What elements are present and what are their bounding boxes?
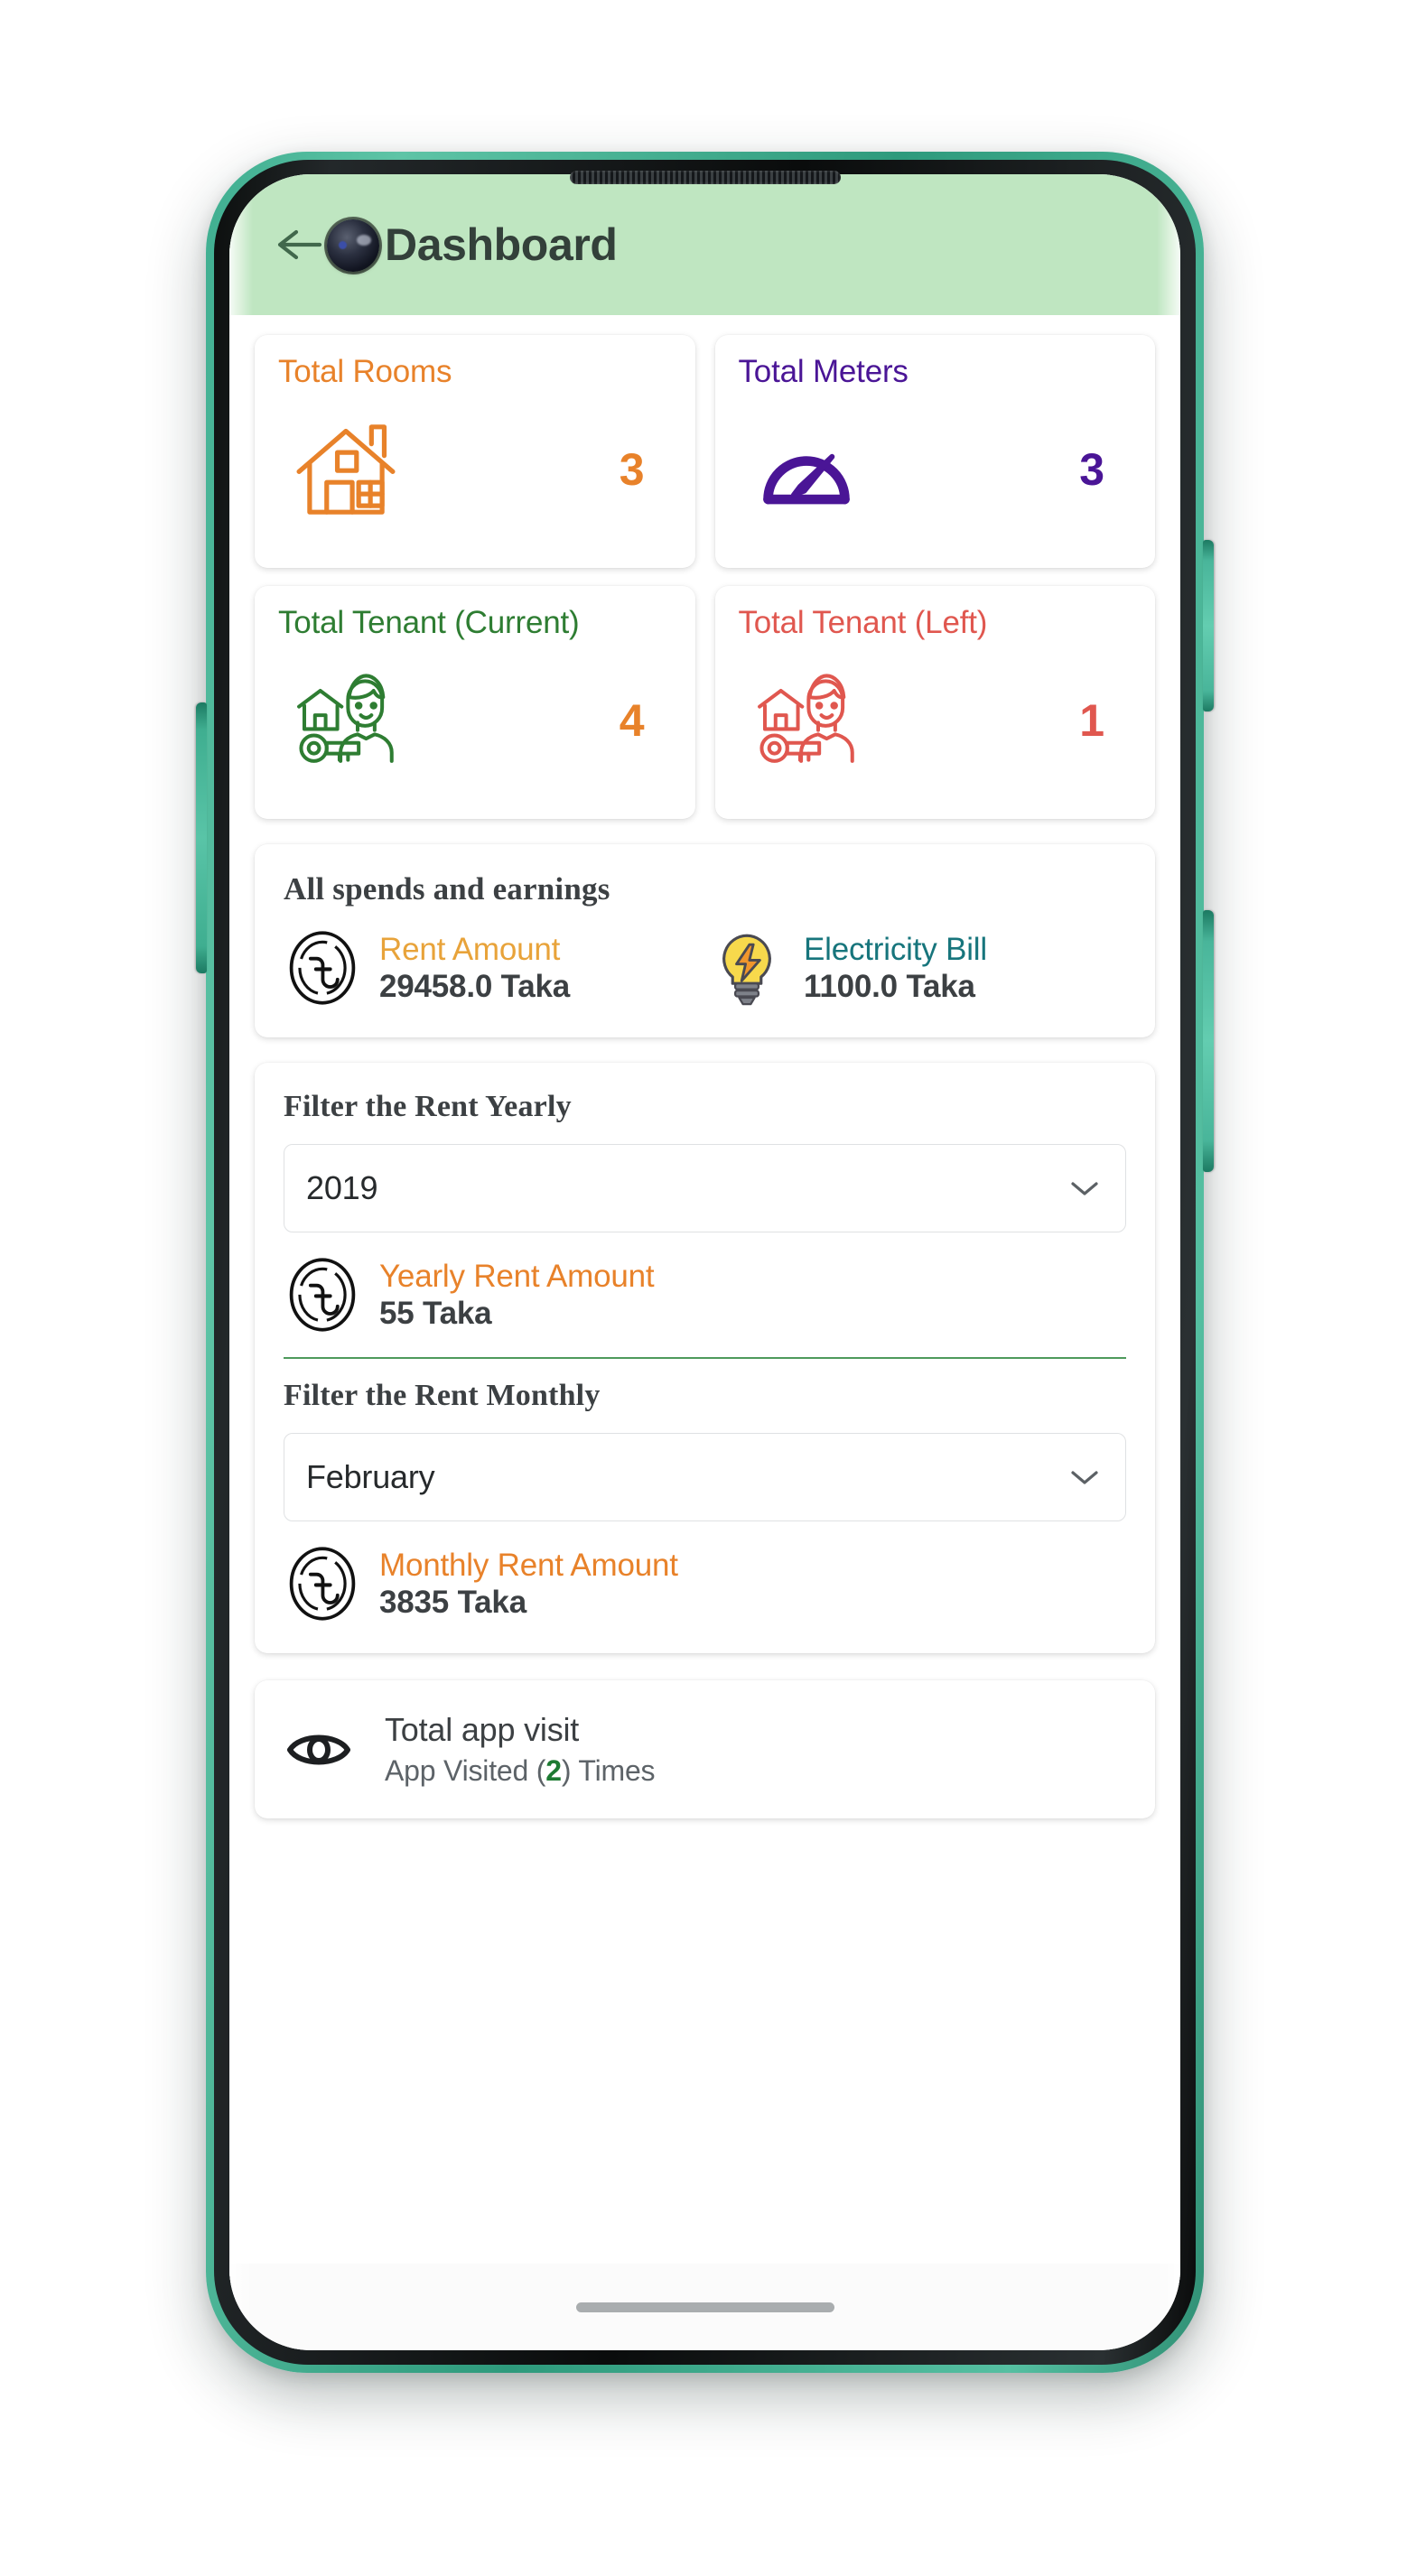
stat-card-total-tenant-left[interactable]: Total Tenant (Left) 1	[714, 586, 1155, 819]
chevron-down-icon[interactable]	[1069, 1468, 1100, 1486]
spends-and-earnings-card: All spends and earnings Rent Amount 2945…	[255, 844, 1155, 1037]
spend-item-amount: 1100.0 Taka	[804, 969, 975, 1004]
total-app-visit-subtitle: App Visited (2) Times	[385, 1754, 656, 1788]
month-select[interactable]: February	[284, 1433, 1126, 1521]
lightbulb-icon	[722, 934, 771, 1006]
arrow-left-icon[interactable]	[276, 225, 323, 265]
spend-item-label: Electricity Bill	[804, 931, 987, 967]
year-select-value: 2019	[306, 1169, 378, 1206]
stat-card-title: Total Meters	[738, 354, 908, 389]
dashboard-content: Total Rooms 3 Total Meters 3 Total Tenan…	[229, 315, 1180, 2264]
screenshot-stage: Dashboard Total Rooms 3 Total Meters 3 T…	[0, 0, 1407, 2576]
taka-coin-icon	[289, 931, 356, 1005]
stat-card-value: 1	[1079, 695, 1104, 747]
stat-card-total-meters[interactable]: Total Meters 3	[714, 335, 1155, 568]
stat-card-total-tenant-current[interactable]: Total Tenant (Current) 4	[255, 586, 695, 819]
phone-screen: Dashboard Total Rooms 3 Total Meters 3 T…	[229, 174, 1180, 2350]
stat-card-title: Total Tenant (Left)	[738, 605, 988, 640]
yearly-rent-amount-row: Yearly Rent Amount 55 Taka	[284, 1256, 1126, 1357]
year-select[interactable]: 2019	[284, 1144, 1126, 1232]
spend-item-label: Rent Amount	[379, 931, 561, 967]
phone-bezel: Dashboard Total Rooms 3 Total Meters 3 T…	[214, 160, 1196, 2365]
stat-card-body: 3	[278, 390, 672, 551]
stat-card-title: Total Rooms	[278, 354, 452, 389]
phone-device-frame: Dashboard Total Rooms 3 Total Meters 3 T…	[196, 152, 1214, 2373]
stat-card-total-rooms[interactable]: Total Rooms 3	[255, 335, 695, 568]
monthly-rent-amount-value: 3835 Taka	[379, 1585, 526, 1620]
stat-card-value: 3	[1079, 444, 1104, 496]
dashboard-app: Dashboard Total Rooms 3 Total Meters 3 T…	[229, 174, 1180, 2350]
front-camera-punch-hole	[327, 219, 379, 272]
earpiece-speaker-grille	[569, 171, 841, 184]
filter-monthly-label: Filter the Rent Monthly	[284, 1379, 601, 1412]
total-app-visit-title: Total app visit	[385, 1711, 580, 1748]
spend-item-electricity-bill: Electricity Bill 1100.0 Taka	[708, 929, 987, 1007]
section-divider	[284, 1357, 1126, 1359]
power-button[interactable]	[1203, 540, 1214, 711]
stat-card-value: 4	[619, 695, 645, 747]
home-gesture-pill[interactable]	[575, 2302, 834, 2312]
app-bar: Dashboard	[229, 174, 1180, 315]
stat-card-title: Total Tenant (Current)	[278, 605, 580, 640]
total-app-visit-card[interactable]: Total app visit App Visited (2) Times	[255, 1680, 1155, 1818]
month-select-value: February	[306, 1458, 435, 1495]
yearly-rent-amount-label: Yearly Rent Amount	[379, 1258, 655, 1294]
spend-item-rent-amount: Rent Amount 29458.0 Taka	[284, 929, 708, 1007]
spends-row: Rent Amount 29458.0 Taka Electricity Bil…	[284, 929, 1126, 1007]
stat-card-body: 4	[278, 641, 672, 802]
filter-yearly-label: Filter the Rent Yearly	[284, 1090, 572, 1123]
volume-rocker-button[interactable]	[196, 702, 207, 973]
spends-heading: All spends and earnings	[284, 871, 610, 907]
page-title: Dashboard	[385, 219, 618, 270]
monthly-rent-amount-label: Monthly Rent Amount	[379, 1547, 678, 1583]
speedometer-icon	[762, 454, 850, 505]
stat-card-body: 3	[739, 390, 1132, 551]
tenant-house-key-icon	[757, 674, 854, 764]
visit-sub-prefix: App Visited (	[385, 1754, 546, 1787]
visit-count: 2	[545, 1754, 562, 1787]
chevron-down-icon[interactable]	[1069, 1179, 1100, 1197]
visit-sub-suffix: ) Times	[561, 1754, 656, 1787]
taka-coin-icon	[289, 1547, 356, 1621]
side-button-secondary[interactable]	[1203, 910, 1214, 1172]
gesture-nav-area	[229, 2264, 1180, 2350]
tenant-house-key-icon	[297, 674, 394, 764]
yearly-rent-amount-value: 55 Taka	[379, 1296, 492, 1331]
house-icon	[296, 424, 396, 516]
eye-icon	[287, 1734, 350, 1764]
stat-card-grid: Total Rooms 3 Total Meters 3 Total Tenan…	[255, 335, 1155, 819]
spend-item-amount: 29458.0 Taka	[379, 969, 571, 1004]
taka-coin-icon	[289, 1258, 356, 1332]
rent-filter-card: Filter the Rent Yearly 2019 Yearly Rent …	[255, 1063, 1155, 1653]
stat-card-body: 1	[739, 641, 1132, 802]
stat-card-value: 3	[619, 444, 645, 496]
monthly-rent-amount-row: Monthly Rent Amount 3835 Taka	[284, 1545, 1126, 1623]
